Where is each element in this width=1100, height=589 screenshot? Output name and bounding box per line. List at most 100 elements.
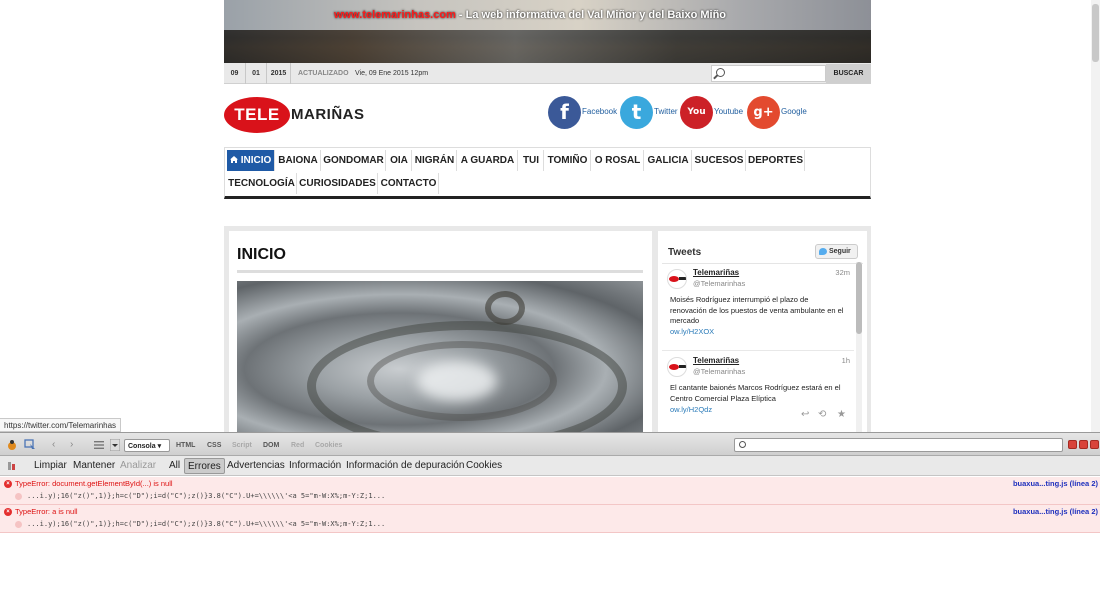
chevron-down-icon[interactable] <box>110 439 120 451</box>
nav-baiona[interactable]: BAIONA <box>276 150 321 171</box>
nav-sucesos[interactable]: SUCESOS <box>693 150 746 171</box>
error-message[interactable]: TypeError: document.getElementById(...) … <box>15 479 173 488</box>
twitter-icon: t <box>620 96 653 129</box>
featured-image[interactable] <box>237 281 643 432</box>
error-icon: × <box>4 480 12 488</box>
nav-a-guarda[interactable]: A GUARDA <box>458 150 518 171</box>
content-area: INICIO Tweets Seguir Telemariñas @Telema… <box>224 226 871 432</box>
tweet-time[interactable]: 1h <box>842 356 850 365</box>
forward-icon[interactable]: › <box>70 439 82 451</box>
error-message[interactable]: TypeError: a is null <box>15 507 78 516</box>
detach-icon[interactable] <box>1079 440 1088 449</box>
nav-tui[interactable]: TUI <box>519 150 544 171</box>
nav-tecnologia[interactable]: TECNOLOGÍA <box>227 173 297 194</box>
browser-viewport: www.telemarinhas.com - La web informativ… <box>0 0 1100 432</box>
home-icon <box>229 156 238 163</box>
banner-tagline: - La web informativa del Val Miñor y del… <box>455 9 727 21</box>
breakpoint-icon[interactable] <box>15 521 22 528</box>
social-label: Facebook <box>582 107 618 116</box>
close-icon[interactable] <box>1090 440 1099 449</box>
tweets-scrollbar[interactable] <box>856 262 862 432</box>
social-label: Google <box>781 107 807 116</box>
firebug-icon[interactable] <box>6 439 18 451</box>
filter-debug[interactable]: Información de depuración <box>346 456 464 476</box>
error-source-link[interactable]: buaxua...ting.js (línea 2) <box>1013 479 1098 488</box>
status-bar-url: https://twitter.com/Telemarinhas <box>0 418 122 432</box>
nav-oia[interactable]: OIA <box>387 150 412 171</box>
avatar[interactable] <box>667 357 687 377</box>
social-label: Twitter <box>654 107 678 116</box>
nav-nigran[interactable]: NIGRÁN <box>413 150 457 171</box>
tweet-time[interactable]: 32m <box>835 268 850 277</box>
nav-o-rosal[interactable]: O ROSAL <box>592 150 644 171</box>
tab-red[interactable]: Red <box>291 439 304 452</box>
nav-inicio[interactable]: INICIO <box>227 150 275 171</box>
error-icon: × <box>4 508 12 516</box>
filter-cookies[interactable]: Cookies <box>466 456 502 476</box>
search-button[interactable]: BUSCAR <box>826 64 871 83</box>
site-logo[interactable]: TELE MARIÑAS <box>224 97 384 133</box>
follow-button[interactable]: Seguir <box>815 244 858 259</box>
reply-icon[interactable]: ↩ <box>801 409 809 420</box>
date-year: 2015 <box>267 63 291 84</box>
tab-dom[interactable]: DOM <box>263 439 279 452</box>
filter-info[interactable]: Información <box>289 456 341 476</box>
site-search-input[interactable] <box>711 65 826 82</box>
retweet-icon[interactable]: ⟲ <box>818 409 826 420</box>
nav-contacto[interactable]: CONTACTO <box>379 173 439 194</box>
tweet-author[interactable]: Telemariñas <box>693 268 739 277</box>
inspect-icon[interactable] <box>24 439 36 451</box>
menu-icon[interactable] <box>93 439 105 451</box>
tweet-link[interactable]: ow.ly/H2Qdz <box>670 405 712 414</box>
twitter-widget: Tweets Seguir Telemariñas @Telemarinhas … <box>658 231 867 432</box>
devtools-search-input[interactable] <box>734 438 1063 452</box>
social-label: Youtube <box>714 107 744 116</box>
filter-all[interactable]: All <box>169 456 180 476</box>
main-nav: INICIO BAIONA GONDOMAR OIA NIGRÁN A GUAR… <box>224 147 871 199</box>
clear-console-icon[interactable] <box>6 460 18 472</box>
tweet-text: El cantante baionés Marcos Rodríguez est… <box>670 383 841 403</box>
minimize-icon[interactable] <box>1068 440 1077 449</box>
page-title: INICIO <box>237 246 286 263</box>
tab-cookies[interactable]: Cookies <box>315 439 342 452</box>
tweet-link[interactable]: ow.ly/H2XOX <box>670 327 714 336</box>
console-error-row[interactable]: × TypeError: a is null buaxua...ting.js … <box>0 505 1100 533</box>
tab-script[interactable]: Script <box>232 439 252 452</box>
nav-deportes[interactable]: DEPORTES <box>747 150 805 171</box>
error-code: ...i.y);16("z()",1)};h=c("D");i=d("C");z… <box>27 492 386 500</box>
tweet-item[interactable]: Telemariñas @Telemarinhas 32m Moisés Rod… <box>662 264 854 351</box>
filter-warnings[interactable]: Advertencias <box>227 456 285 476</box>
tweet-author[interactable]: Telemariñas <box>693 356 739 365</box>
date-bar: 09 01 2015 ACTUALIZADO Vie, 09 Ene 2015 … <box>224 63 871 84</box>
favorite-icon[interactable]: ★ <box>837 409 846 420</box>
tab-consola[interactable]: Consola ▾ <box>124 439 170 452</box>
back-icon[interactable]: ‹ <box>52 439 64 451</box>
tweet-text: Moisés Rodríguez interrumpió el plazo de… <box>670 295 844 325</box>
tweet-item[interactable]: Telemariñas @Telemarinhas 1h El cantante… <box>662 352 854 432</box>
search-icon <box>739 441 746 448</box>
profile-button[interactable]: Analizar <box>120 456 156 476</box>
error-source-link[interactable]: buaxua...ting.js (línea 2) <box>1013 507 1098 516</box>
nav-curiosidades[interactable]: CURIOSIDADES <box>298 173 378 194</box>
error-code: ...i.y);16("z()",1)};h=c("D");i=d("C");z… <box>27 520 386 528</box>
banner-url[interactable]: www.telemarinhas.com <box>334 9 456 21</box>
tab-html[interactable]: HTML <box>176 439 195 452</box>
firebug-toolbar: ‹ › Consola ▾ HTML CSS Script DOM Red Co… <box>0 432 1100 456</box>
page-scrollbar[interactable] <box>1091 0 1100 432</box>
breakpoint-icon[interactable] <box>15 493 22 500</box>
youtube-icon: You <box>680 96 713 129</box>
nav-tomino[interactable]: TOMIÑO <box>545 150 591 171</box>
avatar[interactable] <box>667 269 687 289</box>
nav-gondomar[interactable]: GONDOMAR <box>322 150 386 171</box>
google-plus-icon: g+ <box>747 96 780 129</box>
filter-errors[interactable]: Errores <box>184 458 225 474</box>
tweet-handle: @Telemarinhas <box>693 279 746 288</box>
updated-value: Vie, 09 Ene 2015 12pm <box>355 70 429 77</box>
console-error-row[interactable]: × TypeError: document.getElementById(...… <box>0 477 1100 505</box>
persist-button[interactable]: Mantener <box>73 456 115 476</box>
tweet-handle: @Telemarinhas <box>693 367 746 376</box>
clear-button[interactable]: Limpiar <box>34 456 67 476</box>
tab-css[interactable]: CSS <box>207 439 221 452</box>
nav-galicia[interactable]: GALICIA <box>645 150 692 171</box>
logo-tele: TELE <box>224 97 290 133</box>
